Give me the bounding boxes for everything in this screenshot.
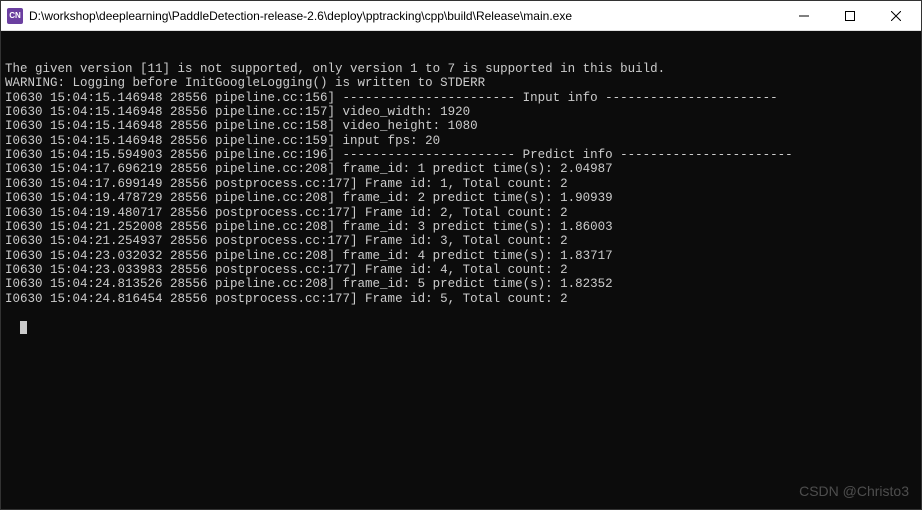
- terminal-line: I0630 15:04:15.146948 28556 pipeline.cc:…: [5, 105, 917, 119]
- terminal-line: I0630 15:04:15.146948 28556 pipeline.cc:…: [5, 91, 917, 105]
- terminal-line: I0630 15:04:19.480717 28556 postprocess.…: [5, 206, 917, 220]
- terminal-line: I0630 15:04:24.813526 28556 pipeline.cc:…: [5, 277, 917, 291]
- terminal-line: I0630 15:04:21.252008 28556 pipeline.cc:…: [5, 220, 917, 234]
- minimize-icon: [799, 11, 809, 21]
- terminal-output[interactable]: The given version [11] is not supported,…: [1, 31, 921, 509]
- terminal-line: The given version [11] is not supported,…: [5, 62, 917, 76]
- terminal-cursor: [20, 321, 27, 334]
- maximize-button[interactable]: [827, 1, 873, 31]
- terminal-line: I0630 15:04:17.699149 28556 postprocess.…: [5, 177, 917, 191]
- terminal-line: I0630 15:04:17.696219 28556 pipeline.cc:…: [5, 162, 917, 176]
- terminal-line: I0630 15:04:15.146948 28556 pipeline.cc:…: [5, 119, 917, 133]
- terminal-lines: The given version [11] is not supported,…: [5, 62, 917, 306]
- terminal-line: I0630 15:04:23.032032 28556 pipeline.cc:…: [5, 249, 917, 263]
- terminal-line: I0630 15:04:19.478729 28556 pipeline.cc:…: [5, 191, 917, 205]
- watermark: CSDN @Christo3: [799, 483, 909, 499]
- terminal-line: I0630 15:04:15.594903 28556 pipeline.cc:…: [5, 148, 917, 162]
- window-controls: [781, 1, 919, 31]
- window-title: D:\workshop\deeplearning\PaddleDetection…: [29, 9, 781, 23]
- maximize-icon: [845, 11, 855, 21]
- close-button[interactable]: [873, 1, 919, 31]
- terminal-line: I0630 15:04:21.254937 28556 postprocess.…: [5, 234, 917, 248]
- titlebar[interactable]: CN D:\workshop\deeplearning\PaddleDetect…: [1, 1, 921, 31]
- terminal-line: WARNING: Logging before InitGoogleLoggin…: [5, 76, 917, 90]
- minimize-button[interactable]: [781, 1, 827, 31]
- terminal-line: I0630 15:04:15.146948 28556 pipeline.cc:…: [5, 134, 917, 148]
- terminal-line: I0630 15:04:24.816454 28556 postprocess.…: [5, 292, 917, 306]
- terminal-line: I0630 15:04:23.033983 28556 postprocess.…: [5, 263, 917, 277]
- app-icon: CN: [7, 8, 23, 24]
- close-icon: [891, 11, 901, 21]
